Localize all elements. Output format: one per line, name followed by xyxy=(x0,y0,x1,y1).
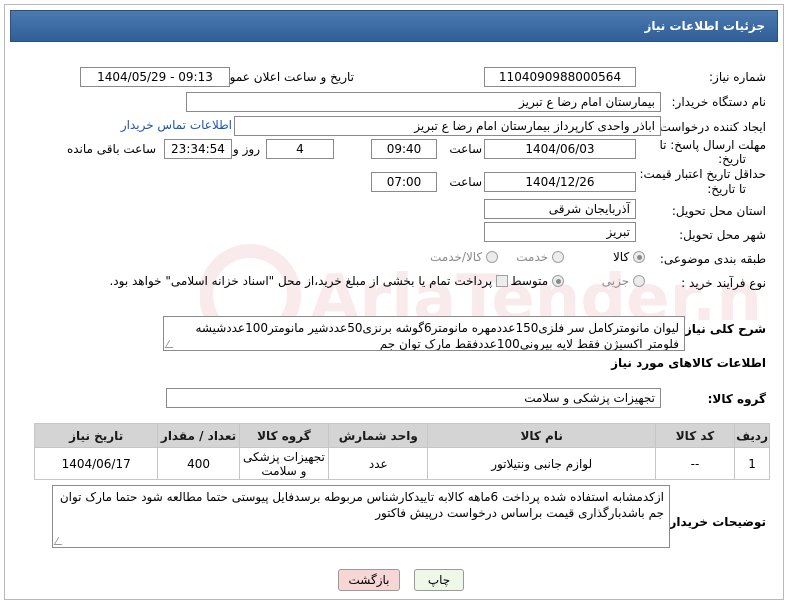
goods-section-title: اطلاعات کالاهای مورد نیاز xyxy=(611,356,766,370)
time-remaining-label: ساعت باقی مانده xyxy=(66,142,156,156)
goods-table-header: ردیف کد کالا نام کالا واحد شمارش گروه کا… xyxy=(33,423,770,448)
contact-buyer-link[interactable]: اطلاعات تماس خریدار xyxy=(121,118,232,132)
page-title: جزئیات اطلاعات نیاز xyxy=(10,10,778,42)
print-button[interactable]: چاپ xyxy=(414,569,464,591)
days-remaining: 4 xyxy=(266,139,334,159)
description-label: شرح کلی نیاز: xyxy=(680,322,766,336)
goods-table: ردیف کد کالا نام کالا واحد شمارش گروه کا… xyxy=(33,423,770,480)
need-number-label: شماره نیاز: xyxy=(709,70,766,84)
cell-name: لوازم جانبی ونتیلاتور xyxy=(427,447,656,480)
process-option-medium[interactable]: متوسط xyxy=(510,274,564,288)
process-minor-radio[interactable] xyxy=(633,275,645,287)
buyer-notes-label: توضیحات خریدار: xyxy=(664,515,766,529)
goods-group-value: تجهیزات پزشکی و سلامت xyxy=(166,388,661,408)
cell-code: -- xyxy=(654,447,736,480)
category-label: طبقه بندی موضوعی: xyxy=(659,252,766,266)
col-qty: تعداد / مقدار xyxy=(157,423,240,448)
province-value: آذربایجان شرقی xyxy=(484,199,636,219)
deadline-date: 1404/06/03 xyxy=(484,139,636,159)
need-number-value: 1104090988000564 xyxy=(484,67,636,87)
category-goods-radio[interactable] xyxy=(633,251,645,263)
creator-value: اباذر واحدی کارپرداز بیمارستان امام رضا … xyxy=(234,116,661,136)
deadline-time-label: ساعت xyxy=(449,142,482,156)
table-row: 1 -- لوازم جانبی ونتیلاتور عدد تجهیزات پ… xyxy=(33,447,770,480)
validity-time: 07:00 xyxy=(371,172,437,192)
process-medium-radio[interactable] xyxy=(552,275,564,287)
province-label: استان محل تحویل: xyxy=(671,204,766,218)
announce-value: 1404/05/29 - 09:13 xyxy=(80,67,230,87)
deadline-label: مهلت ارسال پاسخ: تا xyxy=(659,138,766,152)
goods-group-label: گروه کالا: xyxy=(707,392,766,406)
cell-unit: عدد xyxy=(328,447,429,480)
category-option-service[interactable]: خدمت xyxy=(516,250,564,264)
col-name: نام کالا xyxy=(427,423,656,448)
city-value: تبریز xyxy=(484,222,636,242)
days-label: روز و xyxy=(233,142,260,156)
process-label: نوع فرآیند خرید : xyxy=(681,276,766,290)
col-row: ردیف xyxy=(734,423,770,448)
creator-label: ایجاد کننده درخواست: xyxy=(655,120,766,134)
validity-label-2: تا تاریخ: xyxy=(707,182,746,196)
payment-treasury-option[interactable]: پرداخت تمام یا بخشی از مبلغ خرید،از محل … xyxy=(109,274,508,288)
validity-time-label: ساعت xyxy=(449,175,482,189)
validity-label: حداقل تاریخ اعتبار قیمت: xyxy=(639,167,766,181)
cell-date: 1404/06/17 xyxy=(33,447,159,480)
cell-group: تجهیزات پزشکی و سلامت xyxy=(238,447,330,480)
buyer-org-label: نام دستگاه خریدار: xyxy=(671,95,767,109)
description-text: لیوان مانومترکامل سر فلزی150عددمهره مانو… xyxy=(163,316,685,351)
city-label: شهر محل تحویل: xyxy=(679,228,766,242)
resize-handle-icon[interactable] xyxy=(53,537,67,545)
resize-handle-icon[interactable] xyxy=(164,340,178,348)
buyer-org-value: بیمارستان امام رضا ع تبریز xyxy=(186,92,661,112)
payment-treasury-checkbox[interactable] xyxy=(496,275,508,287)
time-remaining: 23:34:54 xyxy=(164,139,232,159)
category-option-goods-service[interactable]: کالا/خدمت xyxy=(430,250,498,264)
deadline-time: 09:40 xyxy=(371,139,437,159)
process-option-minor[interactable]: جزیی xyxy=(602,274,645,288)
category-option-goods[interactable]: کالا xyxy=(613,250,645,264)
category-goods-service-radio[interactable] xyxy=(486,251,498,263)
col-group: گروه کالا xyxy=(238,423,330,448)
category-service-radio[interactable] xyxy=(552,251,564,263)
col-code: کد کالا xyxy=(654,423,736,448)
buyer-notes-text: ازکدمشابه استفاده شده پرداخت 6ماهه کالاب… xyxy=(52,485,670,548)
deadline-label-2: تاریخ: xyxy=(718,152,746,166)
cell-row: 1 xyxy=(734,447,770,480)
validity-date: 1404/12/26 xyxy=(484,172,636,192)
payment-note: پرداخت تمام یا بخشی از مبلغ خرید،از محل … xyxy=(109,274,493,288)
announce-label: تاریخ و ساعت اعلان عمومی: xyxy=(209,70,354,84)
col-unit: واحد شمارش xyxy=(328,423,429,448)
col-date: تاریخ نیاز xyxy=(33,423,159,448)
back-button[interactable]: بازگشت xyxy=(338,569,400,591)
cell-qty: 400 xyxy=(157,447,240,480)
